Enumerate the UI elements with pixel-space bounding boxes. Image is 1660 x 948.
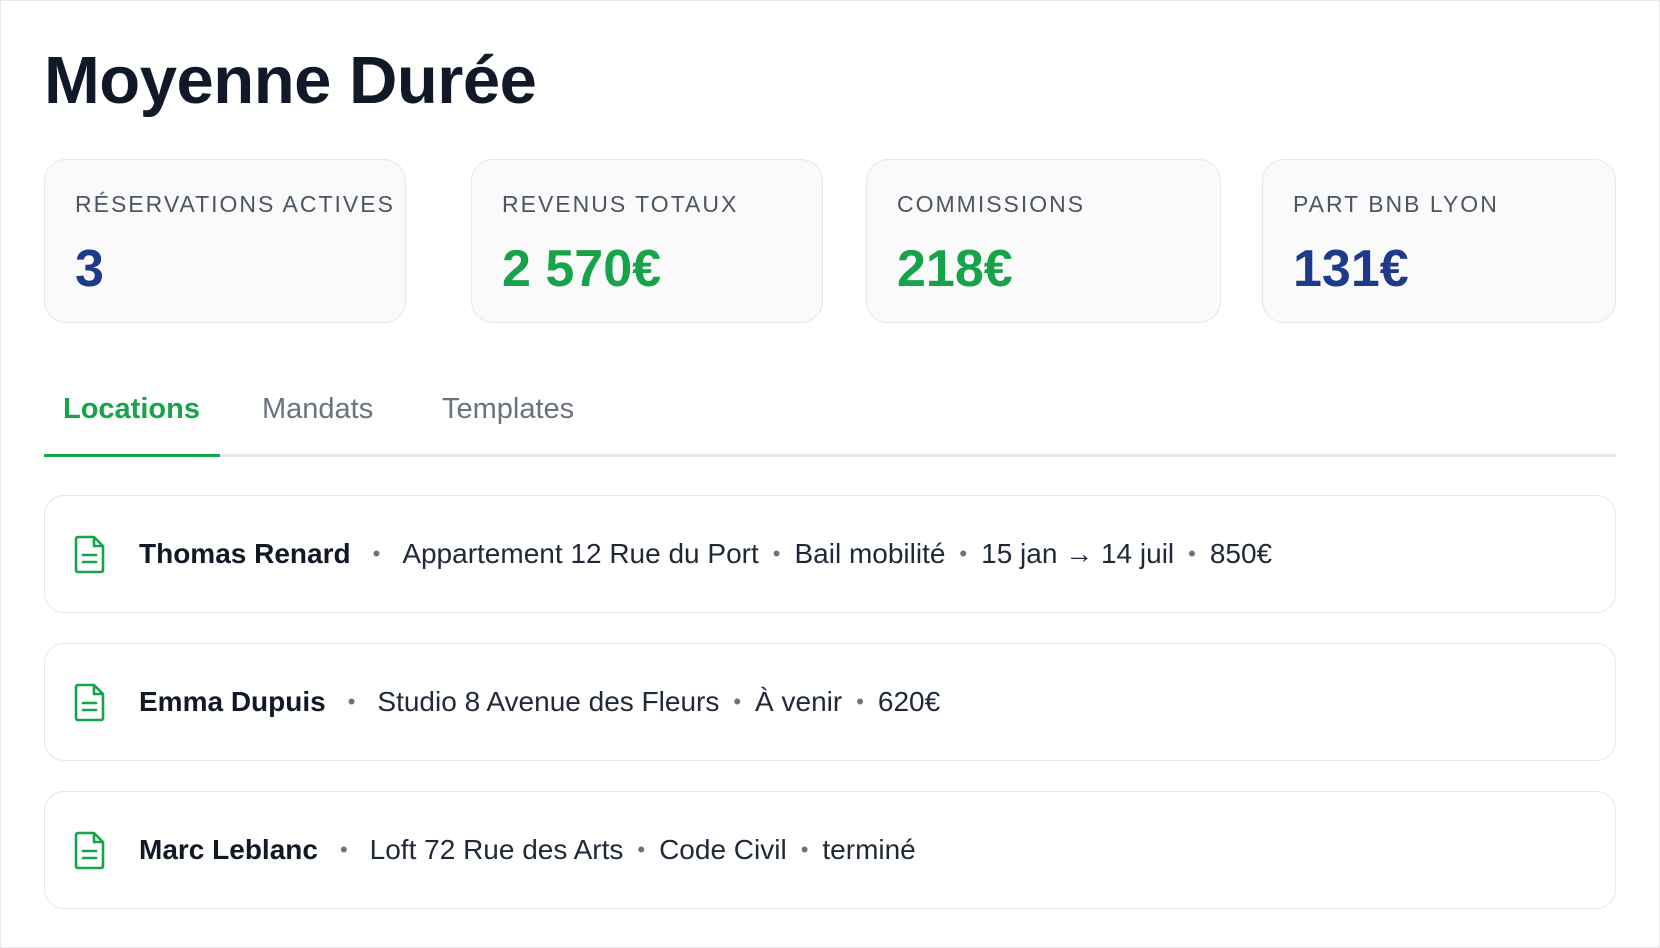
contract-type: Bail mobilité	[794, 538, 946, 569]
rental-dates: 15 jan → 14 juil	[981, 538, 1175, 569]
tab-bar: Locations Mandats Templates	[44, 371, 1616, 457]
separator: •	[772, 541, 781, 566]
property-address: Studio 8 Avenue des Fleurs	[377, 686, 720, 717]
stat-value: 218€	[897, 240, 1013, 298]
rent-amount: 620€	[877, 686, 941, 717]
separator: •	[339, 837, 348, 862]
property-address: Loft 72 Rue des Arts	[369, 834, 624, 865]
contract-type: Code Civil	[659, 834, 787, 865]
separator: •	[372, 541, 381, 566]
page: Moyenne Durée RÉSERVATIONS ACTIVES 3 REV…	[0, 0, 1660, 948]
tab-templates[interactable]: Templates	[442, 391, 574, 427]
stat-label: REVENUS TOTAUX	[502, 191, 739, 217]
active-tab-indicator	[44, 454, 220, 457]
page-title: Moyenne Durée	[44, 43, 537, 118]
stat-label: PART BNB LYON	[1293, 191, 1499, 217]
separator: •	[959, 541, 968, 566]
tenant-name: Emma Dupuis	[139, 686, 326, 717]
list-item[interactable]: Thomas Renard • Appartement 12 Rue du Po…	[44, 495, 1616, 613]
separator: •	[856, 689, 864, 714]
stat-card-bnb-lyon-share: PART BNB LYON 131€	[1262, 159, 1616, 323]
stat-card-active-reservations: RÉSERVATIONS ACTIVES 3	[44, 159, 406, 323]
tenant-name: Thomas Renard	[139, 538, 351, 569]
property-address: Appartement 12 Rue du Port	[402, 538, 759, 569]
stat-value: 3	[75, 240, 104, 298]
stat-card-commissions: COMMISSIONS 218€	[866, 159, 1221, 323]
stat-value: 2 570€	[502, 240, 662, 298]
stat-label: RÉSERVATIONS ACTIVES	[75, 191, 395, 217]
document-icon	[73, 682, 107, 722]
document-icon	[73, 830, 107, 870]
stat-card-total-revenue: REVENUS TOTAUX 2 570€	[471, 159, 823, 323]
tenant-name: Marc Leblanc	[139, 834, 318, 865]
list-item[interactable]: Marc Leblanc • Loft 72 Rue des Arts • Co…	[44, 791, 1616, 909]
stat-value: 131€	[1293, 240, 1409, 298]
rental-status: À venir	[755, 686, 843, 717]
document-icon	[73, 534, 107, 574]
separator: •	[800, 837, 809, 862]
tab-mandats[interactable]: Mandats	[262, 391, 373, 427]
rental-status: terminé	[822, 834, 916, 865]
separator: •	[733, 689, 742, 714]
list-item[interactable]: Emma Dupuis • Studio 8 Avenue des Fleurs…	[44, 643, 1616, 761]
tab-locations[interactable]: Locations	[63, 391, 200, 427]
rent-amount: 850€	[1209, 538, 1273, 569]
separator: •	[637, 837, 646, 862]
stat-label: COMMISSIONS	[897, 191, 1086, 217]
separator: •	[1188, 541, 1196, 566]
separator: •	[347, 689, 356, 714]
